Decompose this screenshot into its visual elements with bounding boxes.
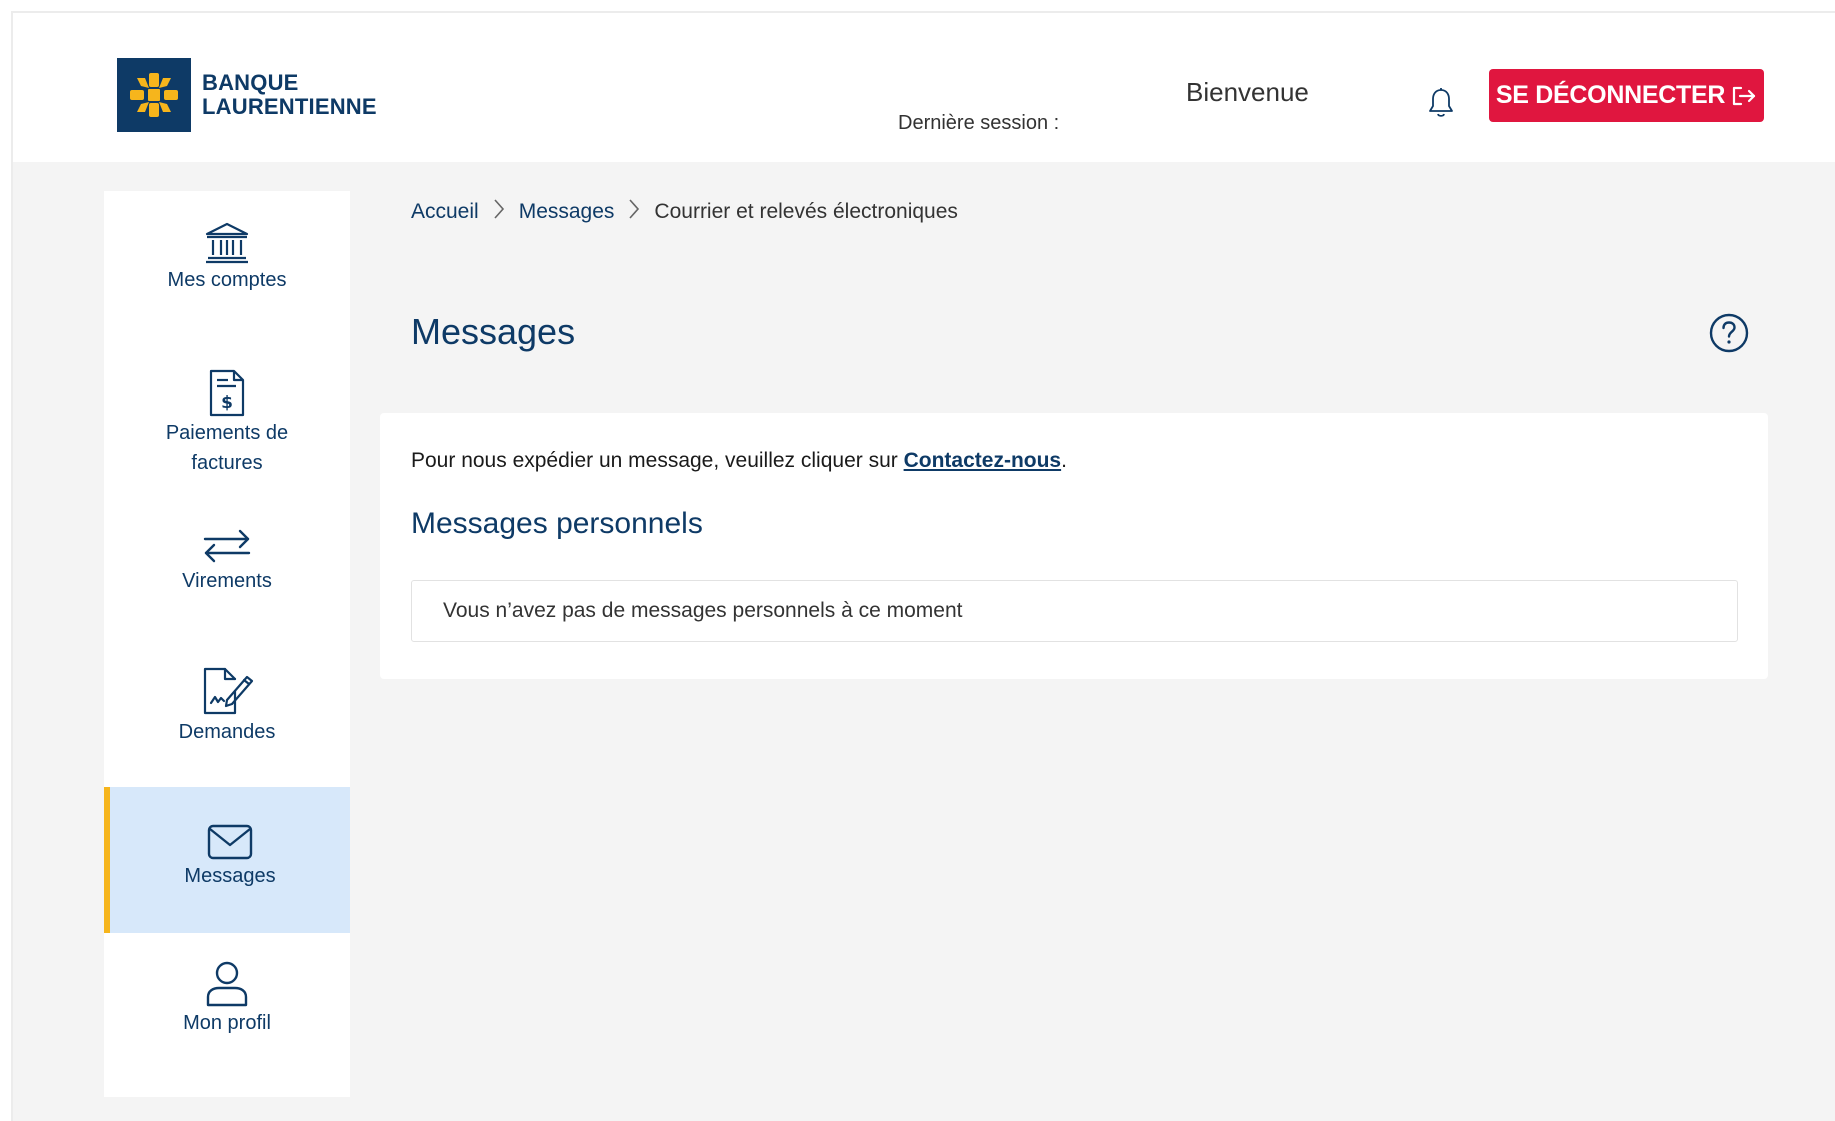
bell-icon[interactable] bbox=[1426, 87, 1456, 119]
contact-instruction-prefix: Pour nous expédier un message, veuillez … bbox=[411, 449, 904, 472]
messages-card: Pour nous expédier un message, veuillez … bbox=[380, 413, 1768, 679]
sidebar-item-mes-comptes[interactable]: Mes comptes bbox=[104, 221, 350, 295]
bank-icon bbox=[205, 222, 249, 264]
document-signature-icon bbox=[203, 667, 254, 715]
contact-instruction-suffix: . bbox=[1061, 449, 1067, 472]
last-session-label: Dernière session : bbox=[898, 112, 1060, 134]
breadcrumb-link-accueil[interactable]: Accueil bbox=[411, 200, 479, 224]
contact-us-link[interactable]: Contactez-nous bbox=[904, 449, 1062, 472]
empty-messages-notice: Vous n’avez pas de messages personnels à… bbox=[411, 580, 1738, 642]
logo-wordmark: BANQUE LAURENTIENNE bbox=[202, 71, 377, 119]
svg-text:$: $ bbox=[221, 393, 233, 413]
bank-logo[interactable]: BANQUE LAURENTIENNE bbox=[117, 58, 377, 132]
sidebar-item-virements[interactable]: Virements bbox=[104, 526, 350, 596]
page-title: Messages bbox=[411, 311, 576, 352]
chevron-right-icon bbox=[493, 198, 505, 226]
invoice-dollar-icon: $ bbox=[209, 369, 245, 417]
app-frame: BANQUE LAURENTIENNE Dernière session : B… bbox=[11, 11, 1835, 1121]
sidebar-item-label: Demandes bbox=[178, 721, 276, 743]
sidebar-item-paiements-factures[interactable]: $ Paiements de factures bbox=[104, 368, 350, 478]
sidebar-item-label-line2: factures bbox=[191, 452, 263, 474]
sidebar-item-label: Mon profil bbox=[183, 1012, 271, 1034]
sidebar-item-label: Mes comptes bbox=[167, 269, 287, 291]
logo-emblem-icon bbox=[117, 58, 191, 132]
contact-instruction: Pour nous expédier un message, veuillez … bbox=[411, 449, 1067, 473]
welcome-text: Bienvenue bbox=[1186, 77, 1309, 107]
logo-line-1: BANQUE bbox=[202, 70, 299, 95]
sidebar-item-label: Virements bbox=[182, 570, 272, 592]
help-question-icon[interactable] bbox=[1709, 313, 1749, 353]
chevron-right-icon bbox=[628, 198, 640, 226]
sidebar-item-label-line1: Paiements de bbox=[165, 422, 289, 444]
logout-button[interactable]: SE DÉCONNECTER bbox=[1489, 69, 1764, 122]
user-icon bbox=[206, 961, 248, 1007]
logout-arrow-icon bbox=[1732, 86, 1756, 105]
sidebar-item-mon-profil[interactable]: Mon profil bbox=[104, 960, 350, 1038]
empty-messages-text: Vous n’avez pas de messages personnels à… bbox=[443, 599, 963, 622]
logo-line-2: LAURENTIENNE bbox=[202, 94, 377, 119]
breadcrumb-current: Courrier et relevés électroniques bbox=[654, 200, 958, 223]
breadcrumb: Accueil Messages Courrier et relevés éle… bbox=[411, 198, 958, 226]
breadcrumb-link-messages[interactable]: Messages bbox=[519, 200, 615, 224]
transfer-arrows-icon bbox=[203, 529, 251, 563]
sidebar-item-demandes[interactable]: Demandes bbox=[104, 665, 350, 747]
sidebar-item-label: Messages bbox=[184, 865, 276, 887]
sidebar-nav: Mes comptes $ Paiements de factures Vire… bbox=[104, 191, 350, 1097]
logout-label: SE DÉCONNECTER bbox=[1495, 81, 1726, 109]
sidebar-item-messages[interactable]: Messages bbox=[104, 787, 350, 933]
personal-messages-heading: Messages personnels bbox=[411, 507, 703, 540]
envelope-icon bbox=[207, 824, 253, 860]
top-header: BANQUE LAURENTIENNE Dernière session : B… bbox=[13, 13, 1835, 162]
